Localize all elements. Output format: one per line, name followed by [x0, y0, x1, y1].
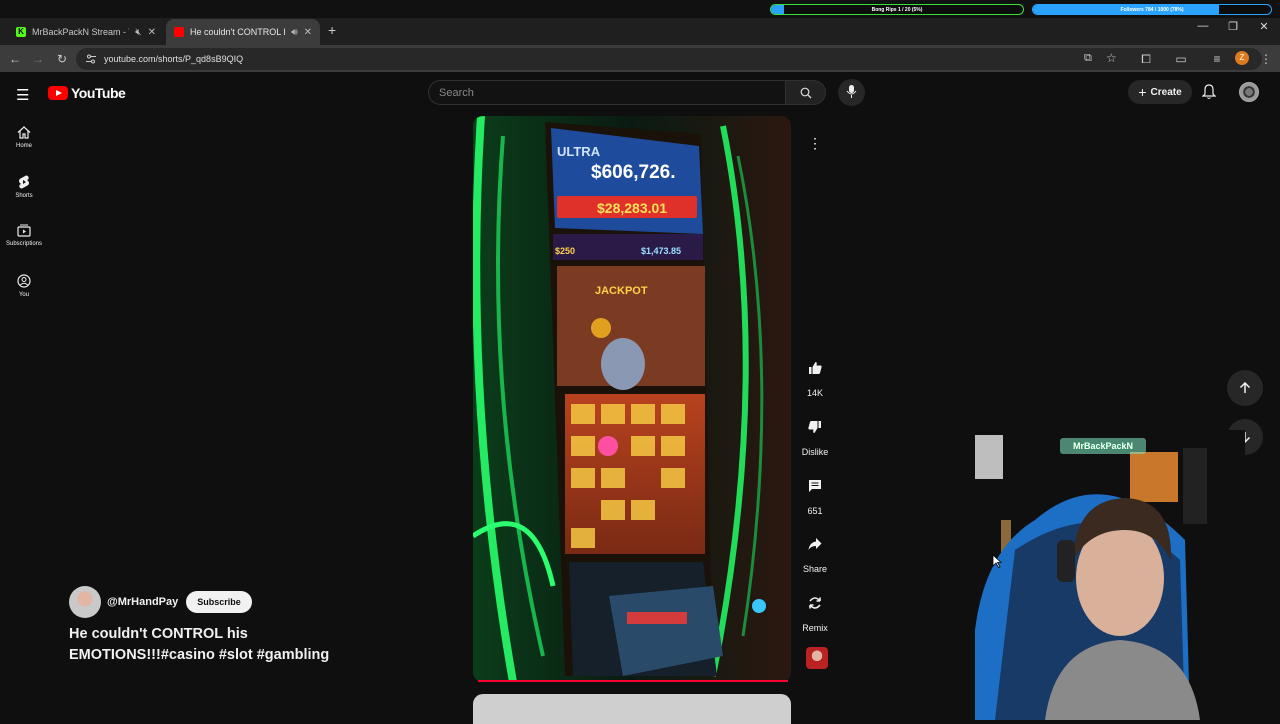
youtube-icon [174, 27, 184, 37]
arrow-up-icon [1239, 382, 1251, 393]
reload-icon[interactable]: ↻ [53, 50, 71, 68]
shorts-icon [19, 175, 29, 189]
followers-goal-bar: Followers 784 / 1000 (78%) [1032, 4, 1272, 15]
stream-overlay-bar: Bong Rips 1 / 20 (5%) Followers 784 / 10… [0, 0, 1280, 18]
account-avatar[interactable] [1239, 82, 1259, 102]
minimize-icon[interactable]: — [1193, 20, 1213, 32]
back-icon[interactable]: ← [6, 50, 24, 68]
youtube-logo[interactable]: YouTube [48, 85, 126, 101]
rail-label: Shorts [15, 193, 33, 199]
channel-info: @MrHandPay Subscribe [69, 586, 252, 618]
home-icon [17, 126, 31, 139]
channel-avatar[interactable] [69, 586, 101, 618]
kick-icon: K [16, 27, 26, 37]
dislike-button[interactable]: Dislike [796, 408, 834, 457]
mouse-cursor-icon [992, 554, 1002, 568]
restore-icon[interactable]: ❐ [1223, 20, 1243, 33]
tab-kick-stream[interactable]: K MrBackPackN Stream - Wat 🔇︎ ✕ [8, 19, 164, 45]
webcam-name-sign: MrBackPackN [1060, 438, 1146, 454]
speaker-icon[interactable]: 🔊︎ [291, 27, 297, 38]
like-count: 14K [806, 388, 823, 398]
microphone-icon [846, 85, 857, 98]
create-label: Create [1150, 86, 1182, 98]
tab-youtube-short[interactable]: He couldn't CONTROL his E 🔊︎ ✕ [166, 19, 320, 45]
thumbs-up-icon [809, 362, 822, 374]
voice-search-button[interactable] [838, 79, 865, 106]
tab-title: He couldn't CONTROL his E [190, 27, 285, 37]
share-button[interactable]: Share [796, 525, 834, 574]
notifications-bell-icon[interactable] [1202, 84, 1216, 100]
streamer-webcam [975, 430, 1245, 720]
goal-right-text: Followers 784 / 1000 (78%) [1120, 7, 1184, 13]
tab-strip: K MrBackPackN Stream - Wat 🔇︎ ✕ He could… [0, 18, 1280, 45]
more-options-icon[interactable]: ⋮ [800, 128, 830, 158]
subscribe-button[interactable]: Subscribe [186, 591, 252, 613]
search-button[interactable] [786, 80, 826, 105]
previous-short-button[interactable] [1227, 370, 1263, 406]
share-label: Share [802, 564, 828, 574]
new-tab-icon[interactable]: + [328, 22, 336, 38]
slot-jackpot-label: JACKPOT [595, 285, 648, 297]
remix-icon [809, 597, 821, 609]
muted-speaker-icon[interactable]: 🔇︎ [135, 27, 141, 38]
like-button[interactable]: 14K [796, 349, 834, 398]
search-input[interactable] [439, 81, 769, 104]
extensions-icon[interactable]: ⧠ [1137, 50, 1155, 68]
webcam-feed [975, 430, 1245, 720]
site-info-icon[interactable] [85, 53, 97, 65]
comments-button[interactable]: 651 [796, 467, 834, 516]
comment-icon [809, 480, 821, 492]
plus-icon: + [1138, 84, 1147, 100]
comment-count: 651 [807, 506, 823, 516]
close-window-icon[interactable]: ✕ [1254, 20, 1274, 33]
slot-machine-video-frame: ULTRA $606,726. $28,283.01 $250 $1,473.8… [473, 116, 791, 682]
rail-item-subscriptions[interactable]: Subscriptions [0, 224, 48, 247]
bookmark-star-icon[interactable]: ☆ [1106, 51, 1117, 65]
youtube-play-icon [48, 86, 68, 100]
slot-top-jackpot: $606,726. [591, 162, 676, 183]
logo-text: YouTube [71, 85, 126, 101]
rail-item-you[interactable]: You [0, 274, 48, 298]
rail-label: Subscriptions [5, 241, 43, 247]
profile-avatar[interactable]: Z [1235, 51, 1249, 65]
media-control-icon[interactable]: ≡ [1208, 50, 1226, 68]
search-icon [800, 87, 812, 99]
video-progress-bar[interactable] [478, 680, 788, 682]
dislike-label: Dislike [801, 447, 829, 457]
forward-icon[interactable]: → [29, 50, 47, 68]
tab-close-icon[interactable]: ✕ [148, 27, 156, 38]
slot-brand: ULTRA [557, 144, 601, 159]
slot-small-right: $1,473.85 [641, 246, 681, 256]
subscriptions-icon [17, 224, 31, 237]
slot-super-amount: $28,283.01 [597, 200, 667, 216]
search-box [428, 80, 786, 105]
remix-label: Remix [802, 623, 828, 633]
tab-close-icon[interactable]: ✕ [304, 27, 312, 38]
rail-label: You [18, 292, 30, 298]
goal-left-text: Bong Rips 1 / 20 (5%) [871, 7, 923, 13]
install-app-icon[interactable]: ⧉ [1084, 52, 1092, 65]
video-title[interactable]: He couldn't CONTROL his EMOTIONS!!!#casi… [69, 624, 389, 666]
thumbs-down-icon [808, 421, 821, 433]
rail-item-shorts[interactable]: Shorts [0, 175, 48, 199]
rail-item-home[interactable]: Home [0, 126, 48, 149]
channel-handle[interactable]: @MrHandPay [107, 596, 178, 608]
browser-toolbar: ← → ↻ youtube.com/shorts/P_qd8sB9QIQ ⧉ ☆… [0, 45, 1280, 72]
you-icon [17, 274, 31, 288]
tab-title: MrBackPackN Stream - Wat [32, 27, 129, 37]
slot-small-left: $250 [555, 246, 575, 256]
share-icon [808, 538, 822, 550]
hamburger-menu-icon[interactable]: ☰ [16, 86, 29, 104]
address-bar[interactable]: youtube.com/shorts/P_qd8sB9QIQ ⧉ ☆ [76, 48, 1262, 70]
sound-thumbnail[interactable] [806, 647, 828, 669]
create-button[interactable]: + Create [1128, 80, 1192, 104]
bong-rips-goal-bar: Bong Rips 1 / 20 (5%) [770, 4, 1024, 15]
url-text: youtube.com/shorts/P_qd8sB9QIQ [104, 54, 244, 64]
side-panel-icon[interactable]: ▭ [1172, 50, 1190, 68]
remix-button[interactable]: Remix [796, 584, 834, 633]
shorts-video-player[interactable]: ULTRA $606,726. $28,283.01 $250 $1,473.8… [473, 116, 791, 682]
rail-label: Home [15, 143, 32, 149]
browser-menu-icon[interactable]: ⋮ [1257, 50, 1275, 68]
